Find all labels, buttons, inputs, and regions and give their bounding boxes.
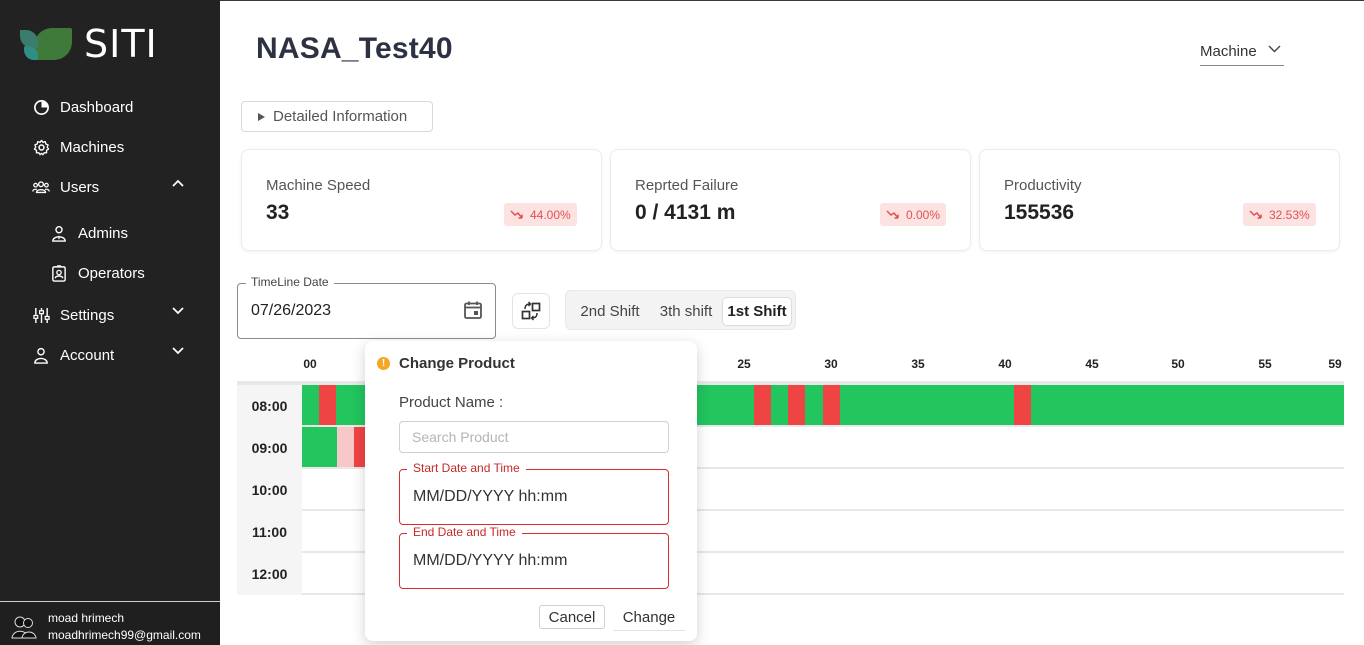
sidebar-item-label: Operators xyxy=(78,264,145,282)
timeline-tick-label: 00 xyxy=(303,357,317,371)
trend-down-icon xyxy=(1249,209,1262,219)
change-badge: 44.00% xyxy=(504,203,577,226)
timeline-row-label: 10:00 xyxy=(237,469,302,511)
timeline-failure-segment[interactable] xyxy=(823,385,840,425)
product-name-label: Product Name : xyxy=(399,394,504,411)
timeline-tick-label: 35 xyxy=(911,357,925,371)
shift-3th[interactable]: 3th shift xyxy=(650,297,722,326)
trend-down-icon xyxy=(886,209,899,219)
cancel-button[interactable]: Cancel xyxy=(539,605,605,629)
sidebar-item-label: Machines xyxy=(60,138,125,156)
avatar xyxy=(8,610,40,642)
end-datetime-label: End Date and Time xyxy=(407,525,522,539)
timeline-failure-segment[interactable] xyxy=(1014,385,1031,425)
trend-down-icon xyxy=(510,209,523,219)
chevron-down-icon xyxy=(1268,45,1281,53)
change-badge: 32.53% xyxy=(1243,203,1316,226)
timeline-tick-label: 50 xyxy=(1171,357,1185,371)
sidebar-item-label: Dashboard xyxy=(60,98,134,116)
timeline-failure-segment[interactable] xyxy=(319,385,336,425)
sidebar-item-dashboard[interactable]: Dashboard xyxy=(32,95,133,119)
change-value: 44.00% xyxy=(530,207,571,222)
timeline-running-segment[interactable] xyxy=(302,427,337,467)
card-label: Machine Speed xyxy=(266,177,371,194)
change-badge: 0.00% xyxy=(880,203,947,226)
card-value: 33 xyxy=(266,201,290,224)
shift-1st[interactable]: 1st Shift xyxy=(722,297,792,326)
dashboard-icon xyxy=(32,98,50,116)
page-title: NASA_Test40 xyxy=(256,32,453,65)
sidebar-item-label: Account xyxy=(60,346,115,364)
sidebar: SITI Dashboard Machines Users Admins Ope… xyxy=(0,0,220,645)
timeline-failure-segment[interactable] xyxy=(788,385,805,425)
dialog-title: Change Product xyxy=(399,355,515,372)
sidebar-item-label: Users xyxy=(60,178,100,196)
card-reported-failure: Reprted Failure 0 / 4131 m 0.00% xyxy=(610,149,971,251)
badge-icon xyxy=(50,264,68,282)
machine-select-label: Machine xyxy=(1200,43,1257,60)
sidebar-item-machines[interactable]: Machines xyxy=(32,135,124,159)
chevron-up-icon xyxy=(172,179,184,187)
calendar-icon[interactable] xyxy=(463,300,483,325)
sliders-icon xyxy=(32,306,50,324)
timeline-row-label: 12:00 xyxy=(237,553,302,595)
end-datetime-value[interactable]: MM/DD/YYYY hh:mm xyxy=(413,552,567,570)
detailed-information-label: Detailed Information xyxy=(273,108,408,125)
card-label: Productivity xyxy=(1004,177,1082,194)
timeline-row-label: 11:00 xyxy=(237,511,302,553)
play-icon xyxy=(258,112,265,121)
card-label: Reprted Failure xyxy=(635,177,739,194)
timeline-date-value[interactable]: 07/26/2023 xyxy=(251,302,331,320)
timeline-row-label: 09:00 xyxy=(237,427,302,469)
change-product-button[interactable] xyxy=(512,293,550,329)
change-button[interactable]: Change xyxy=(613,605,685,631)
change-product-dialog: ! Change Product Product Name : Search P… xyxy=(365,341,697,641)
timeline-tick-label: 40 xyxy=(998,357,1012,371)
user-profile[interactable]: moad hrimech moadhrimech99@gmail.com xyxy=(0,601,220,645)
start-datetime-value[interactable]: MM/DD/YYYY hh:mm xyxy=(413,488,567,506)
sidebar-item-users[interactable]: Users xyxy=(32,175,192,199)
user-name: moad hrimech xyxy=(48,611,125,625)
person-icon xyxy=(32,346,50,364)
sidebar-item-admins[interactable]: Admins xyxy=(50,221,128,245)
detailed-information-toggle[interactable]: Detailed Information xyxy=(241,101,433,132)
timeline-tick-label: 30 xyxy=(824,357,838,371)
timeline-failure-segment[interactable] xyxy=(354,427,365,467)
timeline-failure-segment[interactable] xyxy=(754,385,771,425)
swap-icon xyxy=(521,301,541,321)
warning-icon: ! xyxy=(377,357,390,370)
card-value: 155536 xyxy=(1004,201,1075,224)
admin-icon xyxy=(50,224,68,242)
users-icon xyxy=(32,178,50,196)
timeline-tick-label: 55 xyxy=(1258,357,1272,371)
timeline-tick-label: 45 xyxy=(1085,357,1099,371)
sidebar-item-label: Admins xyxy=(78,224,129,242)
change-value: 0.00% xyxy=(906,207,941,222)
start-datetime-label: Start Date and Time xyxy=(407,461,526,475)
timeline-date-label: TimeLine Date xyxy=(246,275,334,289)
chevron-down-icon xyxy=(172,307,184,315)
timeline-row-label: 08:00 xyxy=(237,385,302,427)
sidebar-item-label: Settings xyxy=(60,306,115,324)
user-email: moadhrimech99@gmail.com xyxy=(48,628,201,642)
card-productivity: Productivity 155536 32.53% xyxy=(979,149,1340,251)
change-value: 32.53% xyxy=(1269,207,1310,222)
search-product-input[interactable]: Search Product xyxy=(399,421,669,453)
gear-icon xyxy=(32,138,50,156)
logo[interactable]: SITI xyxy=(20,22,158,66)
sidebar-item-settings[interactable]: Settings xyxy=(32,303,192,327)
card-machine-speed: Machine Speed 33 44.00% xyxy=(241,149,602,251)
logo-text: SITI xyxy=(84,22,158,66)
timeline-minor-segment[interactable] xyxy=(337,427,354,467)
machine-select[interactable]: Machine xyxy=(1200,42,1284,66)
shift-2nd[interactable]: 2nd Shift xyxy=(572,297,648,326)
shift-selector: 2nd Shift 3th shift 1st Shift xyxy=(565,290,796,330)
sidebar-item-account[interactable]: Account xyxy=(32,343,192,367)
sidebar-item-operators[interactable]: Operators xyxy=(50,261,145,285)
timeline-tick-label: 59 xyxy=(1328,357,1342,371)
chevron-down-icon xyxy=(172,347,184,355)
timeline-tick-label: 25 xyxy=(737,357,751,371)
logo-mark-icon xyxy=(20,26,74,62)
card-value: 0 / 4131 m xyxy=(635,201,736,224)
